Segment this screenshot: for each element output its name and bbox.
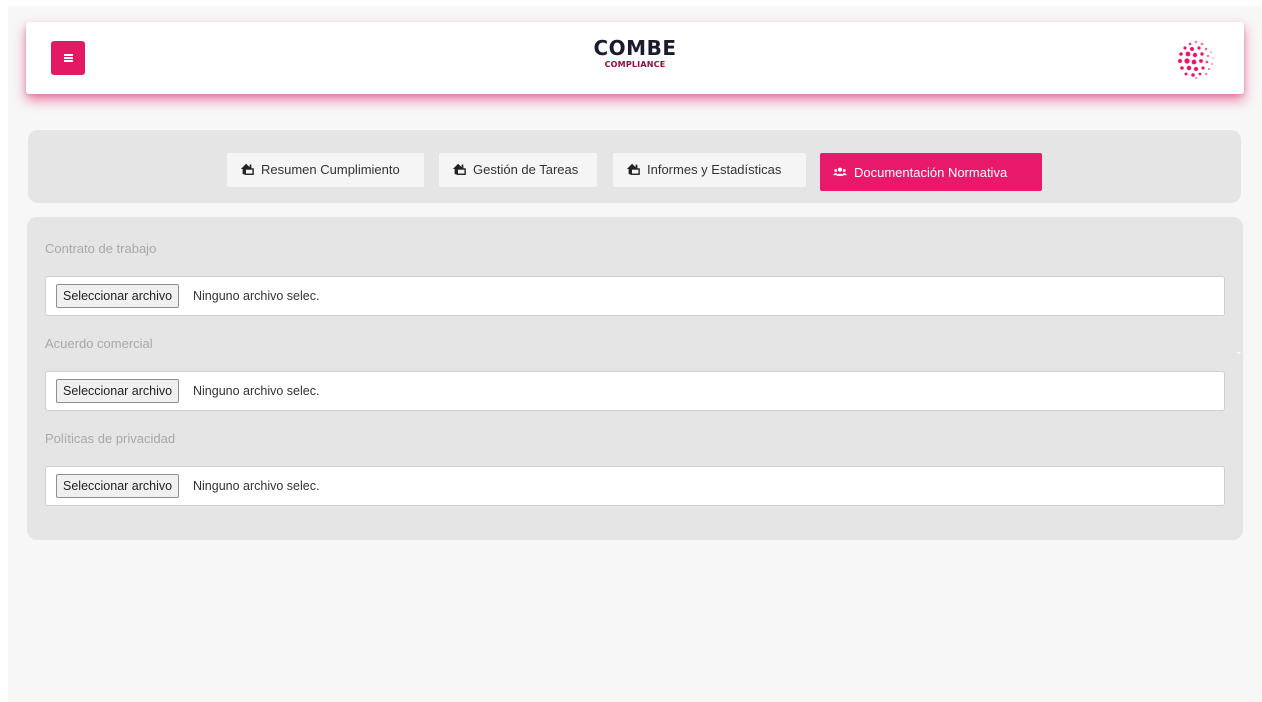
caret-icon <box>1237 352 1241 354</box>
tab-label: Resumen Cumplimiento <box>261 162 400 177</box>
tab-label: Documentación Normativa <box>854 165 1008 180</box>
house-user-icon <box>452 163 466 175</box>
tab-informes-y-estadisticas[interactable]: Informes y Estadísticas <box>613 153 806 187</box>
house-user-icon <box>626 163 640 175</box>
file-input-acuerdo[interactable]: Seleccionar archivo Ninguno archivo sele… <box>45 371 1225 411</box>
select-file-button[interactable]: Seleccionar archivo <box>56 379 180 403</box>
dotted-sphere-logo-icon <box>1178 40 1214 79</box>
tab-resumen-cumplimiento[interactable]: Resumen Cumplimiento <box>227 153 424 187</box>
tab-documentacion-normativa[interactable]: Documentación Normativa <box>820 153 1042 191</box>
file-status-text: Ninguno archivo selec. <box>193 384 320 398</box>
tab-label: Gestión de Tareas <box>473 162 579 177</box>
file-input-contrato[interactable]: Seleccionar archivo Ninguno archivo sele… <box>45 276 1225 316</box>
field-label-contrato: Contrato de trabajo <box>45 241 157 256</box>
file-input-politicas[interactable]: Seleccionar archivo Ninguno archivo sele… <box>45 466 1225 506</box>
brand-title: COMBE <box>593 36 677 60</box>
brand-subtitle: COMPLIANCE <box>604 60 666 69</box>
tab-label: Informes y Estadísticas <box>647 162 782 177</box>
tab-gestion-de-tareas[interactable]: Gestión de Tareas <box>439 153 597 187</box>
file-status-text: Ninguno archivo selec. <box>193 479 320 493</box>
document-upload-panel: Contrato de trabajo Seleccionar archivo … <box>27 217 1243 540</box>
house-user-icon <box>240 163 254 175</box>
field-label-politicas: Políticas de privacidad <box>45 431 176 446</box>
field-label-acuerdo: Acuerdo comercial <box>45 336 153 351</box>
users-icon <box>833 167 847 176</box>
app-header: COMBE COMPLIANCE <box>26 22 1244 94</box>
select-file-button[interactable]: Seleccionar archivo <box>56 474 180 498</box>
nav-tabs-bar: Resumen Cumplimiento Gestión de Tareas I… <box>28 130 1241 203</box>
brand: COMBE COMPLIANCE <box>26 36 1244 70</box>
file-status-text: Ninguno archivo selec. <box>193 289 320 303</box>
select-file-button[interactable]: Seleccionar archivo <box>56 284 180 308</box>
